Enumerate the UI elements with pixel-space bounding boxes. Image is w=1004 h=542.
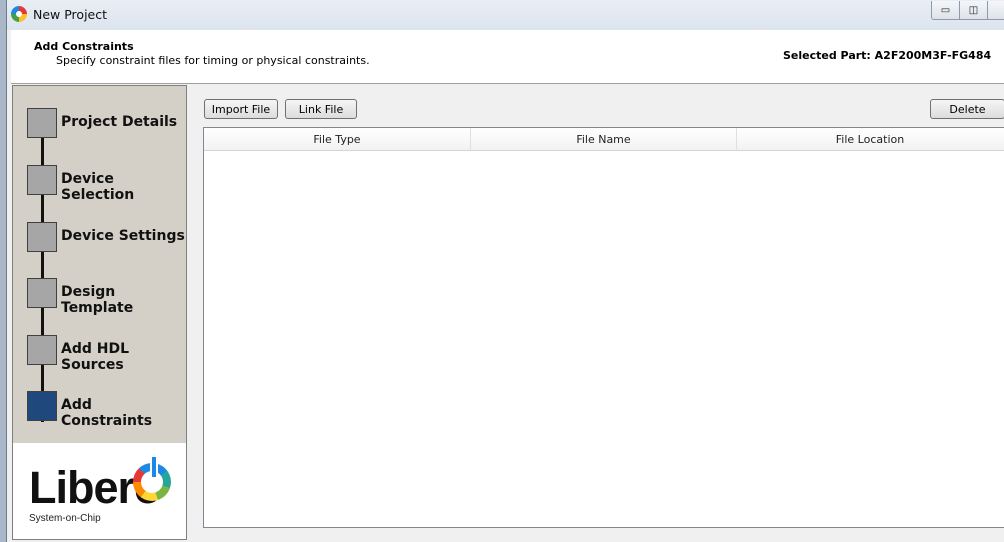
column-header-file-location[interactable]: File Location (737, 128, 1003, 150)
step-label-add-constraints: Add Constraints (61, 397, 153, 429)
column-header-file-type[interactable]: File Type (204, 128, 471, 150)
column-header-file-name[interactable]: File Name (471, 128, 737, 150)
link-file-button[interactable]: Link File (285, 99, 357, 119)
table-header: File Type File Name File Location (204, 128, 1004, 151)
title-bar[interactable]: New Project ▭ ◫ (7, 0, 1004, 30)
import-file-button[interactable]: Import File (204, 99, 278, 119)
step-marker-device-settings (27, 222, 57, 252)
step-label-add-hdl-sources: Add HDL Sources (61, 341, 130, 373)
step-marker-design-template (27, 278, 57, 308)
new-project-window: New Project ▭ ◫ Add Constraints Specify … (6, 0, 1004, 542)
step-label-project-details: Project Details (61, 114, 178, 130)
selected-part: Selected Part: A2F200M3F-FG484 (783, 49, 992, 62)
step-label-device-selection: Device Selection (61, 171, 135, 203)
step-label-design-template: Design Template (61, 284, 134, 316)
step-label-device-settings: Device Settings (61, 228, 185, 244)
step-marker-device-selection (27, 165, 57, 195)
wizard-header: Add Constraints Specify constraint files… (11, 30, 1004, 84)
maximize-button[interactable]: ◫ (959, 1, 988, 20)
restore-icon: ◫ (968, 4, 979, 16)
minimize-icon: ▭ (940, 4, 951, 16)
constraint-files-table[interactable]: File Type File Name File Location (203, 127, 1004, 528)
page-subtitle: Specify constraint files for timing or p… (56, 54, 370, 67)
libero-logo-tagline: System-on-Chip (29, 513, 101, 524)
libero-app-icon (11, 6, 27, 22)
window-title: New Project (33, 7, 108, 22)
power-symbol-icon (150, 455, 158, 479)
close-button[interactable] (987, 1, 1004, 20)
minimize-button[interactable]: ▭ (931, 1, 960, 20)
delete-button[interactable]: Delete (930, 99, 1004, 119)
step-marker-add-constraints (27, 391, 57, 421)
libero-logo-panel: Libero System-on-Chip (12, 443, 187, 540)
page-title: Add Constraints (34, 40, 134, 53)
step-marker-add-hdl-sources (27, 335, 57, 365)
step-marker-project-details (27, 108, 57, 138)
wizard-steps-panel: Project Details Device Selection Device … (12, 85, 187, 444)
